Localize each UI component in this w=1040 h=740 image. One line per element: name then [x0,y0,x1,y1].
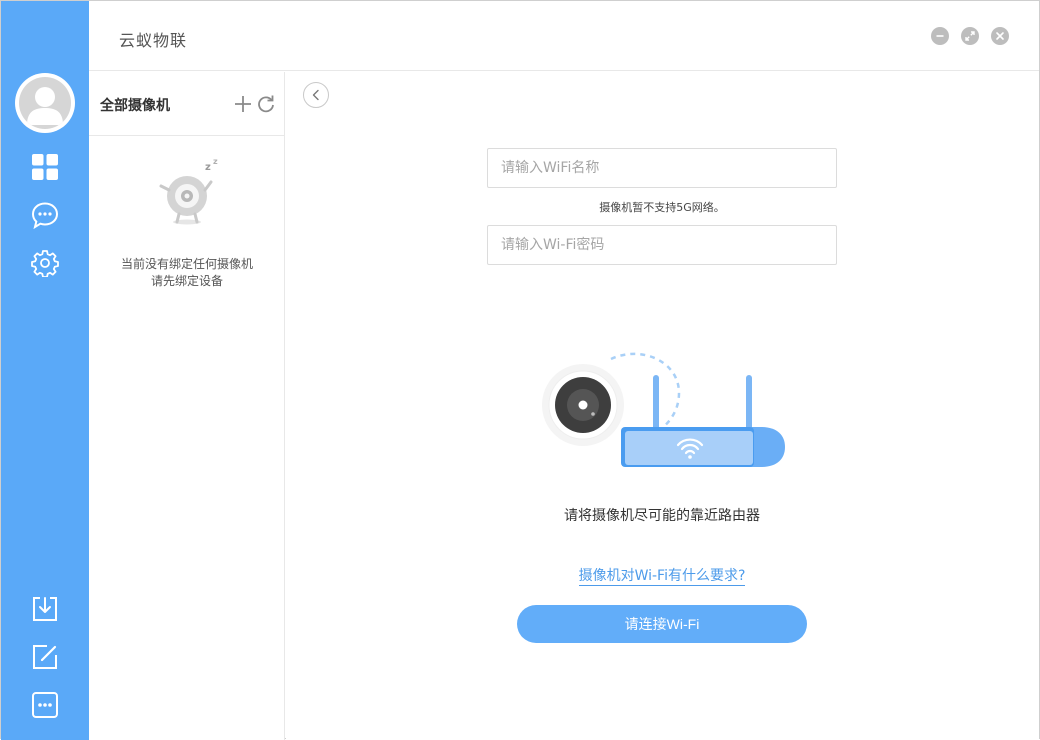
left-nav-rail [1,1,89,740]
5g-not-supported-note: 摄像机暂不支持5G网络。 [599,201,725,214]
user-avatar[interactable] [15,73,75,133]
sleeping-camera-illustration: z z [157,156,227,228]
restore-button[interactable] [961,27,979,45]
wifi-requirements-link[interactable]: 摄像机对Wi-Fi有什么要求? [487,565,837,586]
svg-text:z: z [213,157,218,166]
wifi-ssid-input[interactable] [487,148,837,188]
empty-state-message: 当前没有绑定任何摄像机 请先绑定设备 [89,256,285,290]
camera-list-panel: 全部摄像机 z z 当前没有绑定任何摄像机 请先绑定设备 [89,72,285,740]
app-window: 云蚁物联 全部摄像机 z z 当前没有绑定任何摄像机 请先绑定设备 请输入WiF… [0,0,1040,740]
wifi-requirements-link-text[interactable]: 摄像机对Wi-Fi有什么要求? [578,568,746,586]
placement-tip: 请将摄像机尽可能的靠近路由器 [564,508,760,524]
gear-icon[interactable] [31,249,59,277]
download-icon[interactable] [31,595,59,623]
minimize-icon [936,35,944,37]
plus-icon [235,96,251,112]
wifi-password-input[interactable] [487,225,837,265]
avatar-placeholder-icon [19,77,71,129]
refresh-icon [258,95,274,113]
minimize-button[interactable] [931,27,949,45]
wifi-setup-panel: 摄像机暂不支持5G网络。 [286,72,1039,740]
chat-icon[interactable] [31,201,59,229]
app-title: 云蚁物联 [119,31,188,50]
close-button[interactable] [991,27,1009,45]
empty-state-line-2: 请先绑定设备 [150,274,223,288]
svg-text:z: z [205,162,211,173]
grid-icon[interactable] [31,153,59,181]
connect-wifi-button[interactable]: 请连接Wi-Fi [517,605,807,643]
more-icon[interactable] [31,691,59,719]
title-bar: 云蚁物联 [89,1,1039,71]
camera-list-header: 全部摄像机 [89,72,285,136]
empty-state-line-1: 当前没有绑定任何摄像机 [120,257,253,271]
back-button[interactable] [303,82,329,108]
camera-router-illustration [541,347,786,482]
chevron-left-icon [312,89,319,101]
camera-list-title: 全部摄像机 [100,98,170,114]
close-icon [996,32,1004,40]
add-camera-button[interactable] [233,94,253,114]
edit-icon[interactable] [31,643,59,671]
refresh-button[interactable] [256,94,276,114]
restore-icon [965,31,975,41]
